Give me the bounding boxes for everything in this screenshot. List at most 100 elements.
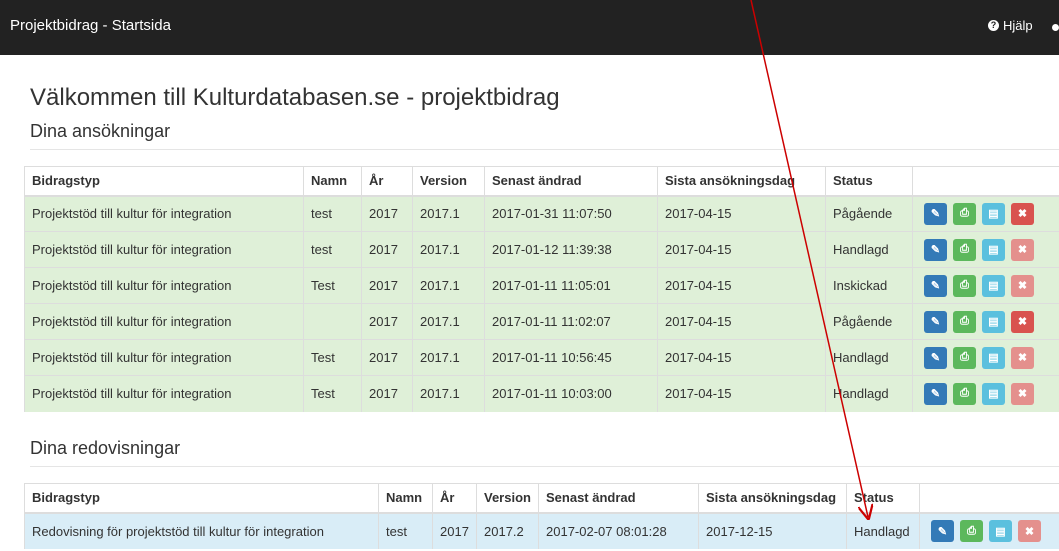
col-sista-ansokningsdag-cell: 2017-04-15 [657,231,826,268]
col-version-cell: 2017.1 [412,231,485,268]
divider [30,466,1059,467]
navbar-title[interactable]: Projektbidrag - Startsida [10,17,171,34]
help-label: Hjälp [1003,18,1033,33]
table-row: Projektstöd till kultur för integration t… [24,231,1059,268]
header-col-senast-andrad: Senast ändrad [538,483,699,514]
divider [30,149,1059,150]
header-col-actions [912,166,1059,197]
col-version-cell: 2017.1 [412,195,485,232]
table-row: Projektstöd till kultur för integration T… [24,375,1059,412]
col-bidragstyp-cell: Projektstöd till kultur för integration [24,267,304,304]
col-ar-cell: 2017 [361,303,413,340]
pdf-button[interactable]: ▤ [982,310,1005,333]
delete-button: ✖ [1011,238,1034,261]
print-button[interactable]: ⎙ [953,346,976,369]
col-namn-cell: Test [303,267,362,304]
col-bidragstyp-cell: Projektstöd till kultur för integration [24,303,304,340]
col-status-cell: Handlagd [825,231,913,268]
col-ar-cell: 2017 [361,267,413,304]
pdf-button[interactable]: ▤ [982,202,1005,225]
col-senast-andrad-cell: 2017-01-12 11:39:38 [484,231,658,268]
pdf-button[interactable]: ▤ [989,520,1012,542]
col-ar-cell: 2017 [361,195,413,232]
print-button[interactable]: ⎙ [953,382,976,405]
user-icon[interactable] [1052,24,1059,31]
col-version-cell: 2017.1 [412,267,485,304]
col-version-cell: 2017.1 [412,303,485,340]
header-col-status: Status [846,483,920,514]
pdf-button[interactable]: ▤ [982,382,1005,405]
actions-cell: ✎ ⎙ ▤ ✖ [912,231,1059,268]
col-status-cell: Handlagd [846,512,920,549]
table-row: Projektstöd till kultur för integration T… [24,267,1059,304]
header-col-version: Version [412,166,485,197]
header-col-ar: År [432,483,477,514]
edit-button[interactable]: ✎ [924,274,947,297]
col-sista-ansokningsdag-cell: 2017-04-15 [657,195,826,232]
col-senast-andrad-cell: 2017-01-11 11:02:07 [484,303,658,340]
header-col-namn: Namn [378,483,433,514]
applications-table: Bidragstyp Namn År Version Senast ändrad Sist… [24,166,1059,412]
help-link[interactable]: ? Hjälp [988,18,1033,33]
pdf-button[interactable]: ▤ [982,346,1005,369]
edit-button[interactable]: ✎ [924,238,947,261]
delete-button[interactable]: ✖ [1011,202,1034,225]
delete-button: ✖ [1011,274,1034,297]
col-status-cell: Handlagd [825,375,913,412]
col-sista-ansokningsdag-cell: 2017-12-15 [698,512,847,549]
col-bidragstyp-cell: Projektstöd till kultur för integration [24,195,304,232]
col-status-cell: Handlagd [825,339,913,376]
col-status-cell: Inskickad [825,267,913,304]
table-row: Projektstöd till kultur för integration T… [24,339,1059,376]
header-col-bidragstyp: Bidragstyp [24,483,379,514]
header-col-ar: År [361,166,413,197]
print-button[interactable]: ⎙ [960,520,983,542]
col-senast-andrad-cell: 2017-01-11 10:03:00 [484,375,658,412]
edit-button[interactable]: ✎ [924,382,947,405]
print-button[interactable]: ⎙ [953,274,976,297]
col-bidragstyp-cell: Projektstöd till kultur för integration [24,375,304,412]
edit-button[interactable]: ✎ [924,310,947,333]
actions-cell: ✎ ⎙ ▤ ✖ [919,512,1059,549]
col-version-cell: 2017.1 [412,375,485,412]
print-button[interactable]: ⎙ [953,202,976,225]
table-row: Projektstöd till kultur för integration t… [24,195,1059,232]
col-ar-cell: 2017 [361,231,413,268]
delete-button[interactable]: ✖ [1011,310,1034,333]
table-row: Projektstöd till kultur för integration 2… [24,303,1059,340]
top-navbar: Projektbidrag - Startsida ? Hjälp [0,0,1059,55]
col-senast-andrad-cell: 2017-01-11 10:56:45 [484,339,658,376]
print-button[interactable]: ⎙ [953,310,976,333]
col-sista-ansokningsdag-cell: 2017-04-15 [657,267,826,304]
print-button[interactable]: ⎙ [953,238,976,261]
edit-button[interactable]: ✎ [931,520,954,542]
table-row: Redovisning för projektstöd till kultur … [24,512,1059,549]
edit-button[interactable]: ✎ [924,202,947,225]
col-ar-cell: 2017 [432,512,477,549]
edit-button[interactable]: ✎ [924,346,947,369]
header-col-bidragstyp: Bidragstyp [24,166,304,197]
col-namn-cell [303,303,362,340]
header-col-actions [919,483,1059,514]
col-status-cell: Pågående [825,195,913,232]
actions-cell: ✎ ⎙ ▤ ✖ [912,339,1059,376]
col-bidragstyp-cell: Redovisning för projektstöd till kultur … [24,512,379,549]
delete-button: ✖ [1011,346,1034,369]
col-senast-andrad-cell: 2017-02-07 08:01:28 [538,512,699,549]
actions-cell: ✎ ⎙ ▤ ✖ [912,375,1059,412]
col-bidragstyp-cell: Projektstöd till kultur för integration [24,339,304,376]
col-ar-cell: 2017 [361,339,413,376]
col-namn-cell: Test [303,339,362,376]
actions-cell: ✎ ⎙ ▤ ✖ [912,267,1059,304]
delete-button: ✖ [1018,520,1041,542]
col-namn-cell: test [303,231,362,268]
pdf-button[interactable]: ▤ [982,238,1005,261]
page-title: Välkommen till Kulturdatabasen.se - proj… [30,84,560,111]
header-col-senast-andrad: Senast ändrad [484,166,658,197]
pdf-button[interactable]: ▤ [982,274,1005,297]
col-sista-ansokningsdag-cell: 2017-04-15 [657,303,826,340]
col-version-cell: 2017.2 [476,512,539,549]
header-col-sista-ansokningsdag: Sista ansökningsdag [698,483,847,514]
reports-heading: Dina redovisningar [30,438,181,458]
col-ar-cell: 2017 [361,375,413,412]
